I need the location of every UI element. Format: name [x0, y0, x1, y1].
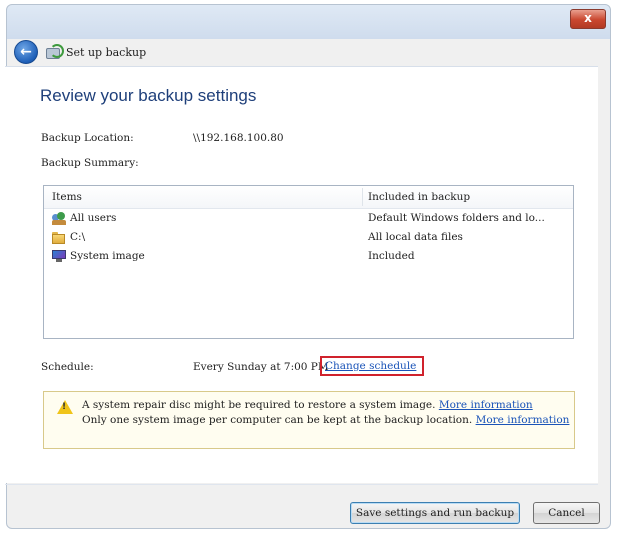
row-name: C:\ — [70, 231, 86, 243]
title-bar: ← Set up backup — [14, 40, 146, 64]
row-name: All users — [70, 212, 117, 224]
folder-icon — [52, 231, 66, 244]
cancel-button[interactable]: Cancel — [533, 502, 600, 524]
schedule-value: Every Sunday at 7:00 PM — [193, 361, 329, 373]
backup-summary-list[interactable]: Items Included in backup All users Defau… — [43, 185, 574, 339]
row-included: All local data files — [368, 231, 463, 243]
more-information-link-2[interactable]: More information — [476, 414, 570, 426]
list-header: Items Included in backup — [44, 186, 573, 209]
info-text-2: Only one system image per computer can b… — [82, 414, 473, 426]
list-row-system-image[interactable]: System image Included — [44, 248, 573, 267]
backup-location-label: Backup Location: — [41, 132, 134, 144]
page-heading: Review your backup settings — [40, 86, 257, 105]
info-box: ! A system repair disc might be required… — [43, 391, 575, 449]
row-name: System image — [70, 250, 145, 262]
column-header-included[interactable]: Included in backup — [368, 191, 470, 203]
warning-icon: ! — [57, 400, 73, 414]
change-schedule-highlight: Change schedule — [320, 356, 424, 376]
row-included: Default Windows folders and lo... — [368, 212, 545, 224]
system-image-icon — [52, 250, 66, 263]
window-title: Set up backup — [66, 45, 147, 59]
close-button[interactable]: x — [570, 9, 606, 29]
row-included: Included — [368, 250, 415, 262]
footer-divider — [5, 484, 598, 485]
users-icon — [52, 212, 66, 225]
backup-summary-label: Backup Summary: — [41, 157, 139, 169]
save-and-run-button[interactable]: Save settings and run backup — [350, 502, 520, 524]
column-divider[interactable] — [362, 188, 363, 206]
info-text-1: A system repair disc might be required t… — [82, 399, 436, 411]
backup-location-value: \\192.168.100.80 — [193, 132, 284, 144]
list-row-c-drive[interactable]: C:\ All local data files — [44, 229, 573, 248]
info-line-2: Only one system image per computer can b… — [82, 414, 569, 426]
backup-icon — [46, 44, 64, 59]
change-schedule-link[interactable]: Change schedule — [325, 360, 416, 372]
column-header-items[interactable]: Items — [52, 191, 82, 203]
back-button[interactable]: ← — [14, 40, 38, 64]
more-information-link-1[interactable]: More information — [439, 399, 533, 411]
schedule-label: Schedule: — [41, 361, 94, 373]
list-row-all-users[interactable]: All users Default Windows folders and lo… — [44, 210, 573, 229]
info-line-1: A system repair disc might be required t… — [82, 399, 533, 411]
